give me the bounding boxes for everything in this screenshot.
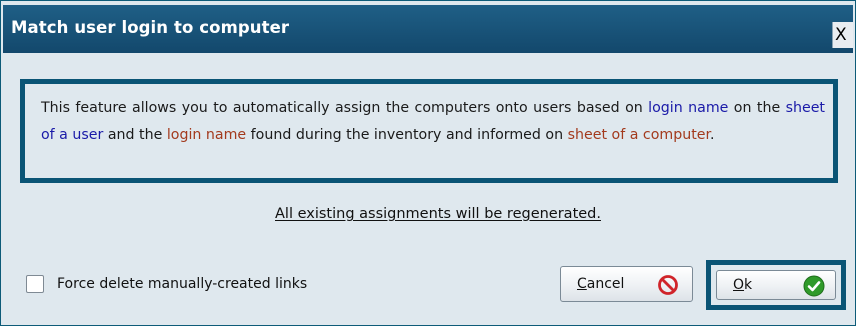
regenerate-warning: All existing assignments will be regener… — [275, 206, 601, 222]
description-box: This feature allows you to automatically… — [20, 79, 838, 183]
title-bar[interactable]: Match user login to computer X — [3, 5, 853, 53]
no-entry-icon — [657, 274, 679, 300]
force-delete-label[interactable]: Force delete manually-created links — [57, 276, 307, 292]
cancel-button-label: Cancel — [577, 276, 625, 292]
ok-button-highlight: Ok — [706, 260, 846, 310]
close-icon: X — [835, 25, 847, 45]
force-delete-checkbox[interactable] — [26, 275, 44, 293]
warning-row: All existing assignments will be regener… — [1, 206, 855, 222]
description-text-3: and the — [103, 126, 167, 143]
ok-button-label: Ok — [733, 277, 753, 293]
login-name-found-link: login name — [166, 126, 247, 143]
description-text-5: . — [710, 126, 715, 143]
checkmark-circle-icon — [803, 275, 825, 301]
login-name-link: login name — [648, 100, 729, 116]
description-text-2: on the — [728, 100, 786, 116]
ok-button[interactable]: Ok — [716, 270, 836, 300]
close-button[interactable]: X — [832, 22, 853, 48]
description-text-1: This feature allows you to automatically… — [41, 100, 649, 116]
computer-sheet-link: sheet of a computer — [567, 126, 711, 143]
description-text-4: found during the inventory and informed … — [246, 126, 568, 143]
dialog-title: Match user login to computer — [11, 18, 290, 37]
match-login-dialog: Match user login to computer X This feat… — [0, 0, 856, 326]
cancel-button[interactable]: Cancel — [560, 266, 693, 302]
force-delete-option[interactable]: Force delete manually-created links — [26, 275, 307, 293]
